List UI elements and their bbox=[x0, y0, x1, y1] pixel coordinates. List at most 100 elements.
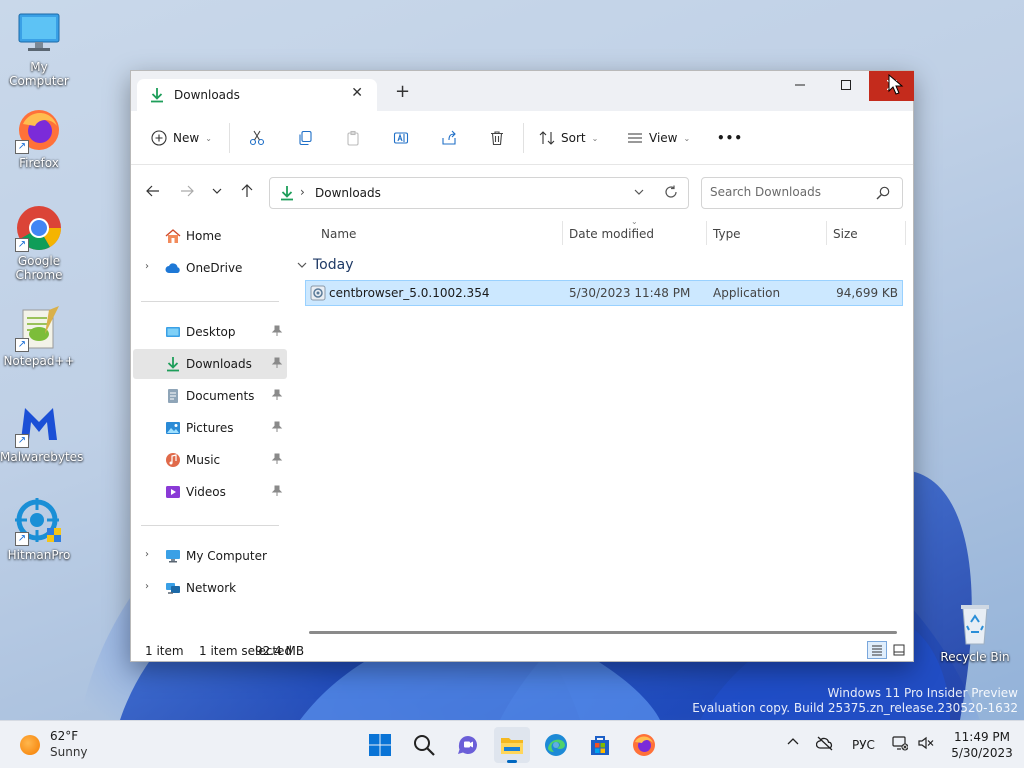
input-language-indicator[interactable]: РУС bbox=[852, 738, 875, 752]
taskbar-search-button[interactable] bbox=[406, 727, 442, 763]
details-view-button[interactable] bbox=[867, 641, 887, 659]
cut-button[interactable] bbox=[249, 127, 265, 149]
show-hidden-icons-chevron-up-icon[interactable] bbox=[786, 735, 800, 752]
new-button[interactable]: New ⌄ bbox=[151, 127, 212, 149]
desktop-icon-my-computer[interactable]: My Computer bbox=[0, 10, 78, 88]
sidebar-item-downloads[interactable]: Downloads bbox=[133, 349, 287, 379]
column-header-name[interactable]: Name bbox=[321, 227, 356, 241]
horizontal-scrollbar[interactable] bbox=[309, 631, 897, 634]
pin-icon[interactable] bbox=[271, 421, 283, 436]
forward-button[interactable] bbox=[177, 181, 197, 201]
chevron-right-icon[interactable]: › bbox=[145, 261, 149, 272]
column-resize-handle[interactable] bbox=[562, 221, 563, 245]
column-resize-handle[interactable] bbox=[905, 221, 906, 245]
more-options-icon: ••• bbox=[717, 131, 744, 145]
tiles-view-icon bbox=[893, 644, 905, 656]
taskbar-firefox[interactable] bbox=[626, 727, 662, 763]
sidebar-item-label: Home bbox=[186, 229, 222, 243]
new-tab-plus-icon[interactable]: + bbox=[395, 83, 410, 101]
sidebar-item-pictures[interactable]: Pictures bbox=[133, 413, 287, 443]
search-input[interactable] bbox=[710, 185, 870, 199]
sort-button[interactable]: Sort ⌄ bbox=[539, 127, 598, 149]
file-size: 94,699 KB bbox=[836, 286, 898, 300]
group-header-today[interactable]: Today bbox=[297, 257, 354, 273]
network-status-icon[interactable] bbox=[892, 735, 909, 754]
details-view-icon bbox=[872, 645, 882, 656]
address-dropdown-icon[interactable] bbox=[634, 186, 644, 200]
sidebar-item-home[interactable]: Home bbox=[133, 221, 287, 251]
windows-watermark: Windows 11 Pro Insider Preview Evaluatio… bbox=[692, 686, 1018, 716]
column-header-date-modified[interactable]: Date modified bbox=[569, 227, 654, 241]
desktop-icon-malwarebytes[interactable]: ↗ Malwarebytes bbox=[0, 400, 83, 464]
video-icon bbox=[165, 484, 181, 503]
onedrive-offline-cloud-icon[interactable] bbox=[815, 735, 834, 754]
taskbar-chat-button[interactable] bbox=[450, 727, 486, 763]
desktop-icon-firefox[interactable]: ↗ Firefox bbox=[0, 106, 78, 170]
sidebar-item-videos[interactable]: Videos bbox=[133, 477, 287, 507]
up-button[interactable] bbox=[237, 181, 257, 201]
column-resize-handle[interactable] bbox=[826, 221, 827, 245]
rename-button[interactable] bbox=[393, 127, 409, 149]
shortcut-arrow-icon: ↗ bbox=[15, 238, 29, 252]
pin-icon[interactable] bbox=[271, 485, 283, 500]
more-options-button[interactable]: ••• bbox=[717, 127, 743, 149]
chevron-right-icon[interactable]: › bbox=[145, 549, 149, 560]
pin-icon[interactable] bbox=[271, 325, 283, 340]
desktop-icon-recycle-bin[interactable]: Recycle Bin bbox=[936, 600, 1014, 664]
search-box[interactable] bbox=[701, 177, 903, 209]
recent-locations-button[interactable] bbox=[207, 181, 227, 201]
start-button[interactable] bbox=[362, 727, 398, 763]
pin-icon[interactable] bbox=[271, 357, 283, 372]
pin-icon[interactable] bbox=[271, 389, 283, 404]
clock[interactable]: 11:49 PM 5/30/2023 bbox=[946, 729, 1018, 761]
firefox-icon bbox=[633, 734, 655, 756]
tab-downloads[interactable]: Downloads ✕ bbox=[137, 79, 377, 111]
chevron-right-icon[interactable]: › bbox=[145, 581, 149, 592]
tiles-view-button[interactable] bbox=[889, 641, 909, 659]
back-button[interactable] bbox=[143, 181, 163, 201]
taskbar-edge[interactable] bbox=[538, 727, 574, 763]
maximize-button[interactable] bbox=[823, 71, 868, 101]
column-resize-handle[interactable] bbox=[706, 221, 707, 245]
sidebar-item-documents[interactable]: Documents bbox=[133, 381, 287, 411]
title-bar[interactable]: Downloads ✕ + bbox=[131, 71, 914, 111]
sidebar-item-label: Downloads bbox=[186, 357, 252, 371]
sort-icon bbox=[539, 131, 555, 145]
desktop-icon-chrome[interactable]: ↗ Google Chrome bbox=[0, 204, 78, 282]
view-button[interactable]: View ⌄ bbox=[627, 127, 690, 149]
hitmanpro-icon: ↗ bbox=[15, 498, 63, 546]
sidebar-item-network[interactable]: › Network bbox=[133, 573, 287, 603]
desktop-icon-label: Google Chrome bbox=[15, 254, 63, 282]
breadcrumb-downloads[interactable]: Downloads bbox=[315, 186, 381, 200]
search-icon[interactable] bbox=[876, 186, 890, 203]
minimize-button[interactable] bbox=[777, 71, 822, 101]
column-header-size[interactable]: Size bbox=[833, 227, 858, 241]
share-button[interactable] bbox=[441, 127, 457, 149]
paste-button[interactable] bbox=[345, 127, 361, 149]
sidebar-item-onedrive[interactable]: › OneDrive bbox=[133, 253, 287, 283]
sidebar-item-label: My Computer bbox=[186, 549, 267, 563]
sidebar-item-music[interactable]: Music bbox=[133, 445, 287, 475]
download-arrow-icon bbox=[149, 87, 165, 106]
address-bar[interactable]: › Downloads bbox=[269, 177, 689, 209]
copy-button[interactable] bbox=[297, 127, 313, 149]
tab-title: Downloads bbox=[174, 88, 240, 102]
desktop-icon-notepadpp[interactable]: ↗ Notepad++ bbox=[0, 304, 78, 368]
chevron-down-icon: ⌄ bbox=[591, 133, 599, 143]
delete-button[interactable] bbox=[489, 127, 505, 149]
close-tab-icon[interactable]: ✕ bbox=[351, 85, 363, 101]
taskbar-store[interactable] bbox=[582, 727, 618, 763]
pin-icon[interactable] bbox=[271, 453, 283, 468]
table-row[interactable]: centbrowser_5.0.1002.354 5/30/2023 11:48… bbox=[305, 280, 903, 306]
refresh-icon[interactable] bbox=[664, 185, 678, 202]
file-list-pane[interactable]: ⌄ Name Date modified Type Size Today cen… bbox=[291, 217, 913, 637]
sidebar-item-desktop[interactable]: Desktop bbox=[133, 317, 287, 347]
toolbar-divider bbox=[523, 123, 524, 153]
new-button-label: New bbox=[173, 131, 200, 145]
sidebar-item-my-computer[interactable]: › My Computer bbox=[133, 541, 287, 571]
taskbar-file-explorer[interactable] bbox=[494, 727, 530, 763]
speaker-muted-icon[interactable] bbox=[918, 735, 934, 754]
group-header-label: Today bbox=[313, 257, 354, 273]
column-header-type[interactable]: Type bbox=[713, 227, 741, 241]
desktop-icon-hitmanpro[interactable]: ↗ HitmanPro bbox=[0, 498, 78, 562]
